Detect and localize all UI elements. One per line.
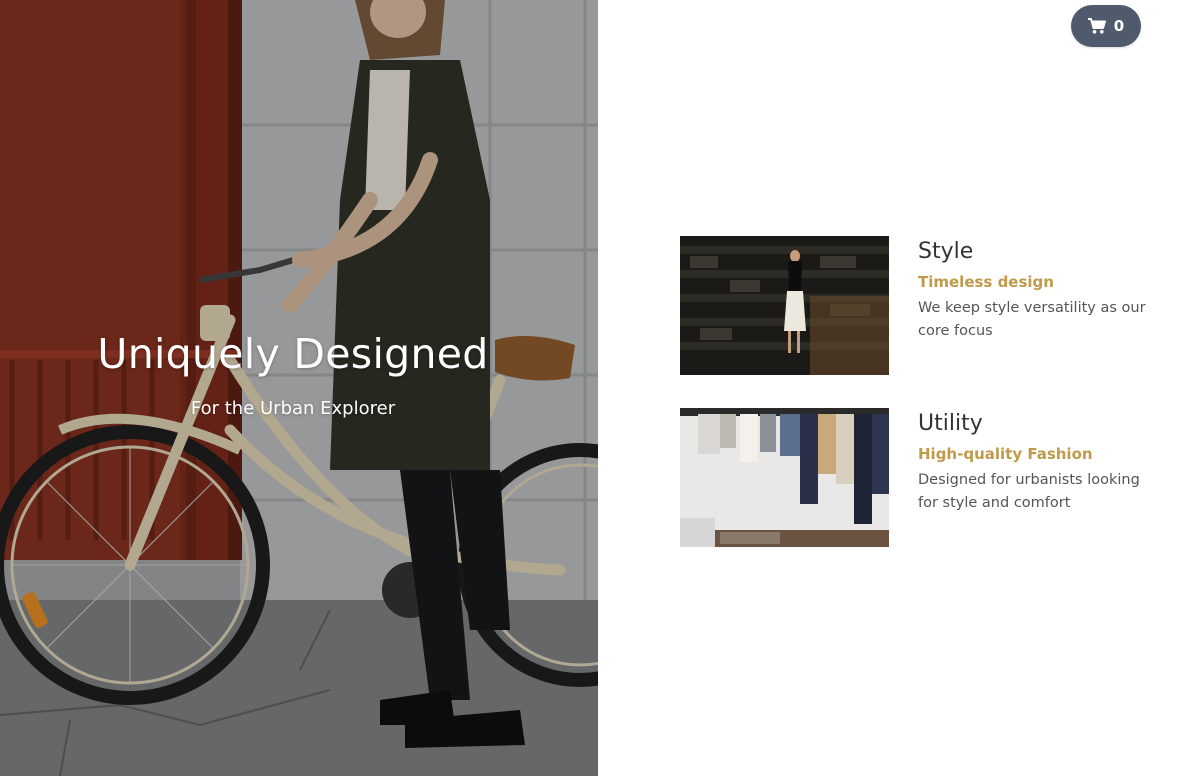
- feature-description: Designed for urbanists looking for style…: [918, 472, 1140, 511]
- hero-banner: Uniquely Designed For the Urban Explorer: [0, 0, 598, 776]
- feature-subtitle: Timeless design: [918, 273, 1054, 291]
- cart-button[interactable]: 0: [1071, 5, 1141, 47]
- feature-utility: Utility High-quality Fashion Designed fo…: [680, 408, 1150, 548]
- feature-subtitle: High-quality Fashion: [918, 445, 1093, 463]
- feature-style: Style Timeless design We keep style vers…: [680, 236, 1150, 376]
- feature-title: Style: [918, 239, 974, 264]
- cart-count: 0: [1113, 17, 1125, 35]
- hero-overlay: [0, 0, 598, 776]
- feature-description: We keep style versatility as our core fo…: [918, 300, 1146, 339]
- feature-text-style: Style Timeless design We keep style vers…: [918, 236, 1148, 343]
- feature-text-utility: Utility High-quality Fashion Designed fo…: [918, 408, 1148, 515]
- shopping-cart-icon: [1087, 18, 1106, 34]
- feature-image-utility: [680, 408, 889, 547]
- hero-title: Uniquely Designed: [97, 330, 489, 378]
- feature-title: Utility: [918, 411, 983, 436]
- feature-image-style: [680, 236, 889, 375]
- hero-subtitle: For the Urban Explorer: [190, 398, 396, 419]
